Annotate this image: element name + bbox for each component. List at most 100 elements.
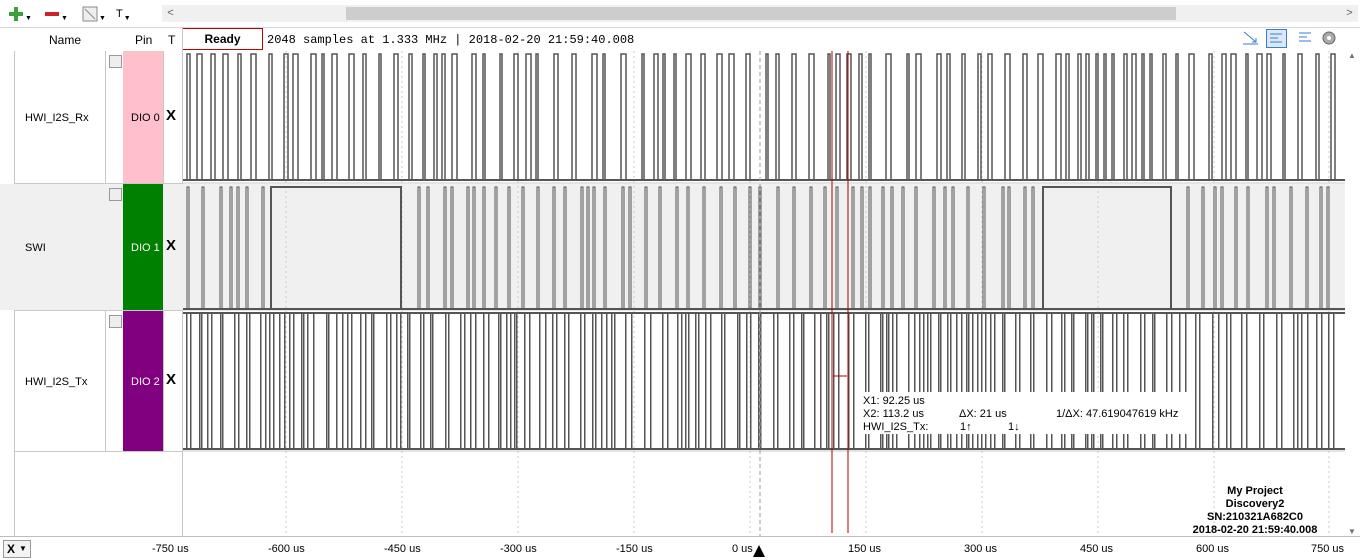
pulse-dio0: [433, 53, 438, 180]
high-plateau-dio1: [1042, 186, 1172, 309]
vertical-scrollbar[interactable]: ▲ ▼: [1345, 51, 1360, 536]
edge-dio2: [545, 314, 547, 449]
edge-dio2: [820, 314, 822, 449]
scroll-left-icon[interactable]: <: [162, 5, 179, 22]
pulse-dio0: [915, 53, 922, 180]
scroll-down-icon[interactable]: ▼: [1348, 527, 1356, 536]
axis-tick-label: 450 us: [1080, 543, 1114, 555]
text-button[interactable]: T ▼: [116, 4, 131, 24]
edge-dio2: [516, 314, 518, 449]
pulse-dio0: [1103, 53, 1107, 180]
align-icon[interactable]: [1296, 29, 1315, 46]
axis-tick-label: 0 us: [732, 543, 753, 555]
edge-dio2: [265, 314, 267, 449]
pulse-dio1: [1213, 186, 1217, 309]
pulse-dio0: [1256, 53, 1263, 180]
remove-channel-button[interactable]: ▼: [44, 4, 68, 24]
cursor-channel: HWI_I2S_Tx:: [863, 421, 929, 433]
channel-name: SWI: [25, 242, 46, 254]
pulse-dio1: [733, 186, 737, 309]
scroll-right-icon[interactable]: >: [1341, 5, 1358, 22]
channel-name: HWI_I2S_Rx: [25, 112, 89, 124]
edge-dio2: [662, 314, 664, 449]
edge-dio2: [506, 314, 508, 449]
pulse-dio0: [499, 53, 503, 180]
trigger-x-icon[interactable]: X: [166, 371, 176, 388]
edge-dio2: [580, 314, 582, 449]
pulse-dio0: [1123, 53, 1128, 180]
trigger-x-icon[interactable]: X: [166, 237, 176, 254]
edge-dio2: [342, 314, 344, 449]
edge-dio2: [685, 314, 687, 449]
gear-icon[interactable]: [1320, 29, 1339, 46]
pulse-dio0: [408, 53, 413, 180]
waveform-plot[interactable]: [183, 51, 1345, 536]
pulse-dio0: [716, 53, 723, 180]
pulse-dio0: [1175, 53, 1179, 180]
trigger-position-icon[interactable]: [752, 543, 766, 557]
pulse-dio1: [914, 186, 918, 309]
edge-dio2: [360, 314, 362, 449]
x-axis-menu-button[interactable]: X ▼: [3, 540, 31, 558]
pulse-dio1: [450, 186, 454, 309]
pulse-dio0: [250, 53, 257, 180]
edge-dio2: [611, 314, 613, 449]
pulse-dio0: [977, 53, 982, 180]
add-channel-button[interactable]: ▼: [8, 4, 32, 24]
pulse-dio0: [835, 53, 841, 180]
axis-tick-label: -150 us: [616, 543, 653, 555]
pulse-dio1: [1031, 186, 1035, 309]
edge-dio2: [396, 314, 398, 449]
scroll-thumb[interactable]: [346, 7, 1176, 20]
pulse-dio0: [535, 53, 539, 180]
edge-dio2: [833, 314, 835, 449]
edge-dio2: [234, 314, 236, 449]
edge-dio2: [1259, 314, 1261, 449]
minus-icon: [45, 12, 59, 16]
trigger-x-icon[interactable]: X: [166, 107, 176, 124]
edit-channel-icon[interactable]: [109, 55, 122, 68]
edge-dio2: [1276, 314, 1278, 449]
pulse-dio0: [1065, 53, 1070, 180]
pulse-dio0: [1111, 53, 1115, 180]
serial-number: SN:210321A682C0: [1206, 511, 1303, 523]
edge-dio2: [644, 314, 646, 449]
edit-channel-icon[interactable]: [109, 315, 122, 328]
pulse-dio1: [675, 186, 679, 309]
pulse-dio1: [982, 186, 986, 309]
edge-dio2: [430, 314, 432, 449]
edge-dio2: [289, 314, 291, 449]
rising-count: 1↑: [960, 421, 972, 433]
pulse-dio0: [1188, 53, 1195, 180]
edge-dio2: [400, 314, 402, 449]
edge-dio2: [625, 314, 627, 449]
pulse-dio0: [482, 53, 486, 180]
edge-dio2: [595, 314, 597, 449]
pulse-dio0: [946, 53, 951, 180]
pulse-dio0: [591, 53, 598, 180]
pulse-dio0: [1208, 53, 1213, 180]
align-left-icon[interactable]: [1266, 29, 1287, 48]
edge-dio2: [584, 314, 586, 449]
edge-dio2: [432, 314, 434, 449]
edge-dio2: [758, 314, 760, 449]
edit-icon: [82, 6, 98, 22]
horizontal-scrollbar[interactable]: < >: [162, 5, 1358, 22]
plus-icon: [9, 7, 23, 21]
pulse-dio0: [827, 53, 831, 180]
edge-dio2: [500, 314, 502, 449]
edge-dio2: [1333, 314, 1335, 449]
scroll-up-icon[interactable]: ▲: [1348, 51, 1356, 60]
pulse-dio0: [441, 53, 446, 180]
pulse-dio1: [901, 186, 905, 309]
edit-button[interactable]: ▼: [82, 4, 106, 24]
pulse-dio1: [644, 186, 648, 309]
edit-channel-icon[interactable]: [109, 188, 122, 201]
pulse-dio1: [1001, 186, 1005, 309]
pulse-dio0: [765, 53, 769, 180]
pulse-dio1: [851, 186, 855, 309]
pulse-dio1: [881, 186, 885, 309]
pulse-dio0: [906, 53, 910, 180]
pulse-dio1: [507, 186, 511, 309]
cursor-icon[interactable]: [1241, 29, 1260, 46]
